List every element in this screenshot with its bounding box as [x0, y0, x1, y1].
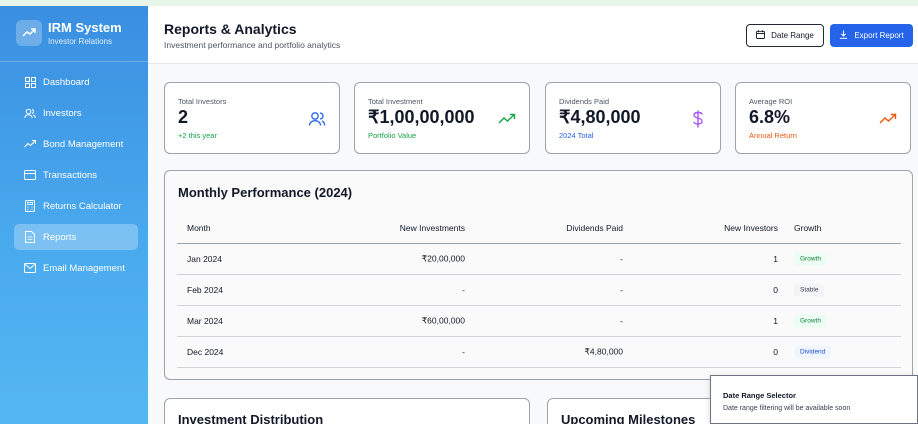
growth-badge: Dividend	[794, 345, 832, 359]
trending-up-icon	[878, 109, 898, 129]
cell-dividends-paid: -	[620, 316, 623, 326]
investment-distribution-panel: Investment Distribution	[164, 398, 530, 424]
sidebar-item-returns-calculator[interactable]: Returns Calculator	[14, 193, 138, 219]
stat-card-dividends-paid: Dividends Paid ₹4,80,000 2024 Total	[545, 82, 721, 154]
stat-label: Total Investment	[368, 97, 423, 106]
page-title: Reports & Analytics	[164, 21, 297, 37]
cell-new-investments: ₹60,00,000	[421, 315, 465, 326]
toast-title: Date Range Selector	[723, 391, 796, 400]
export-report-button[interactable]: Export Report	[830, 24, 913, 47]
column-header-dividends-paid: Dividends Paid	[566, 223, 623, 233]
column-header-new-investors: New Investors	[724, 223, 778, 233]
growth-badge: Growth	[794, 252, 827, 266]
cell-dividends-paid: -	[620, 285, 623, 295]
brand-title: IRM System	[48, 20, 122, 35]
panel-title: Upcoming Milestones	[561, 412, 696, 424]
stat-card-total-investment: Total Investment ₹1,00,00,000 Portfolio …	[354, 82, 530, 154]
table-row: Dec 2024 - ₹4,80,000 0 Dividend	[177, 337, 901, 368]
sidebar-item-transactions[interactable]: Transactions	[14, 162, 138, 188]
grid-icon	[24, 76, 36, 88]
cell-month: Dec 2024	[187, 347, 224, 357]
cell-dividends-paid: -	[620, 254, 623, 264]
cell-month: Feb 2024	[187, 285, 223, 295]
sidebar: IRM System Investor Relations Dashboard …	[0, 6, 148, 424]
stat-note: Portfolio Value	[368, 131, 417, 140]
sidebar-item-email-management[interactable]: Email Management	[14, 255, 138, 281]
brand-subtitle: Investor Relations	[48, 37, 113, 46]
sidebar-item-label: Email Management	[43, 262, 125, 274]
stat-label: Dividends Paid	[559, 97, 610, 106]
stat-card-average-roi: Average ROI 6.8% Annual Return	[735, 82, 911, 154]
cell-dividends-paid: ₹4,80,000	[584, 346, 624, 357]
trending-up-icon	[497, 109, 517, 129]
cell-month: Mar 2024	[187, 316, 223, 326]
cell-new-investments: -	[462, 347, 465, 357]
sidebar-item-dashboard[interactable]: Dashboard	[14, 69, 138, 95]
stat-note: +2 this year	[178, 131, 217, 140]
stat-note: 2024 Total	[559, 131, 594, 140]
cell-new-investors: 0	[773, 285, 778, 295]
cell-month: Jan 2024	[187, 254, 222, 264]
users-icon	[307, 109, 327, 129]
sidebar-item-investors[interactable]: Investors	[14, 100, 138, 126]
dollar-icon	[688, 109, 708, 129]
cell-new-investments: ₹20,00,000	[421, 253, 465, 264]
sidebar-item-label: Reports	[43, 231, 77, 243]
column-header-month: Month	[187, 223, 211, 233]
date-range-toast[interactable]: Date Range Selector Date range filtering…	[710, 375, 918, 424]
table-row: Feb 2024 - - 0 Stable	[177, 275, 901, 306]
date-range-label: Date Range	[771, 31, 814, 40]
sidebar-item-label: Bond Management	[43, 138, 124, 150]
stat-value: 6.8%	[749, 107, 791, 127]
trending-up-icon	[16, 20, 42, 46]
growth-badge: Growth	[794, 314, 827, 328]
stat-label: Average ROI	[749, 97, 793, 106]
stat-value: ₹4,80,000	[559, 107, 641, 127]
table-row: Jan 2024 ₹20,00,000 - 1 Growth	[177, 244, 901, 275]
sidebar-item-label: Returns Calculator	[43, 200, 122, 212]
cell-new-investors: 1	[773, 254, 778, 264]
panel-title: Monthly Performance (2024)	[178, 185, 353, 200]
card-icon	[24, 169, 36, 181]
date-range-button[interactable]: Date Range	[746, 24, 824, 47]
sidebar-item-label: Investors	[43, 107, 82, 119]
export-report-label: Export Report	[854, 31, 904, 40]
stat-card-total-investors: Total Investors 2 +2 this year	[164, 82, 340, 154]
growth-badge: Stable	[794, 283, 825, 297]
users-icon	[24, 107, 36, 119]
sidebar-item-reports[interactable]: Reports	[14, 224, 138, 250]
column-header-new-investments: New Investments	[399, 223, 465, 233]
sidebar-item-bond-management[interactable]: Bond Management	[14, 131, 138, 157]
column-header-growth: Growth	[794, 223, 822, 233]
stat-value: ₹1,00,00,000	[368, 107, 475, 127]
file-icon	[24, 231, 36, 243]
stat-label: Total Investors	[178, 97, 227, 106]
sidebar-item-label: Transactions	[43, 169, 98, 181]
table-row: Mar 2024 ₹60,00,000 - 1 Growth	[177, 306, 901, 337]
cell-new-investments: -	[462, 285, 465, 295]
monthly-performance-panel: Monthly Performance (2024) Month New Inv…	[164, 170, 913, 380]
download-icon	[839, 30, 848, 41]
page-header: Reports & Analytics Investment performan…	[148, 6, 918, 64]
toast-message: Date range filtering will be available s…	[723, 405, 851, 412]
brand: IRM System Investor Relations	[0, 6, 148, 62]
mail-icon	[24, 262, 36, 274]
calendar-icon	[756, 30, 766, 41]
page-subtitle: Investment performance and portfolio ana…	[164, 40, 341, 50]
stat-note: Annual Return	[749, 131, 797, 140]
cell-new-investors: 0	[773, 347, 778, 357]
cell-new-investors: 1	[773, 316, 778, 326]
sidebar-item-label: Dashboard	[43, 76, 90, 88]
performance-table: Month New Investments Dividends Paid New…	[177, 213, 901, 368]
trending-up-icon	[24, 138, 36, 150]
panel-title: Investment Distribution	[178, 412, 324, 424]
calculator-icon	[24, 200, 36, 212]
stat-value: 2	[178, 107, 189, 127]
table-header-row: Month New Investments Dividends Paid New…	[177, 213, 901, 244]
